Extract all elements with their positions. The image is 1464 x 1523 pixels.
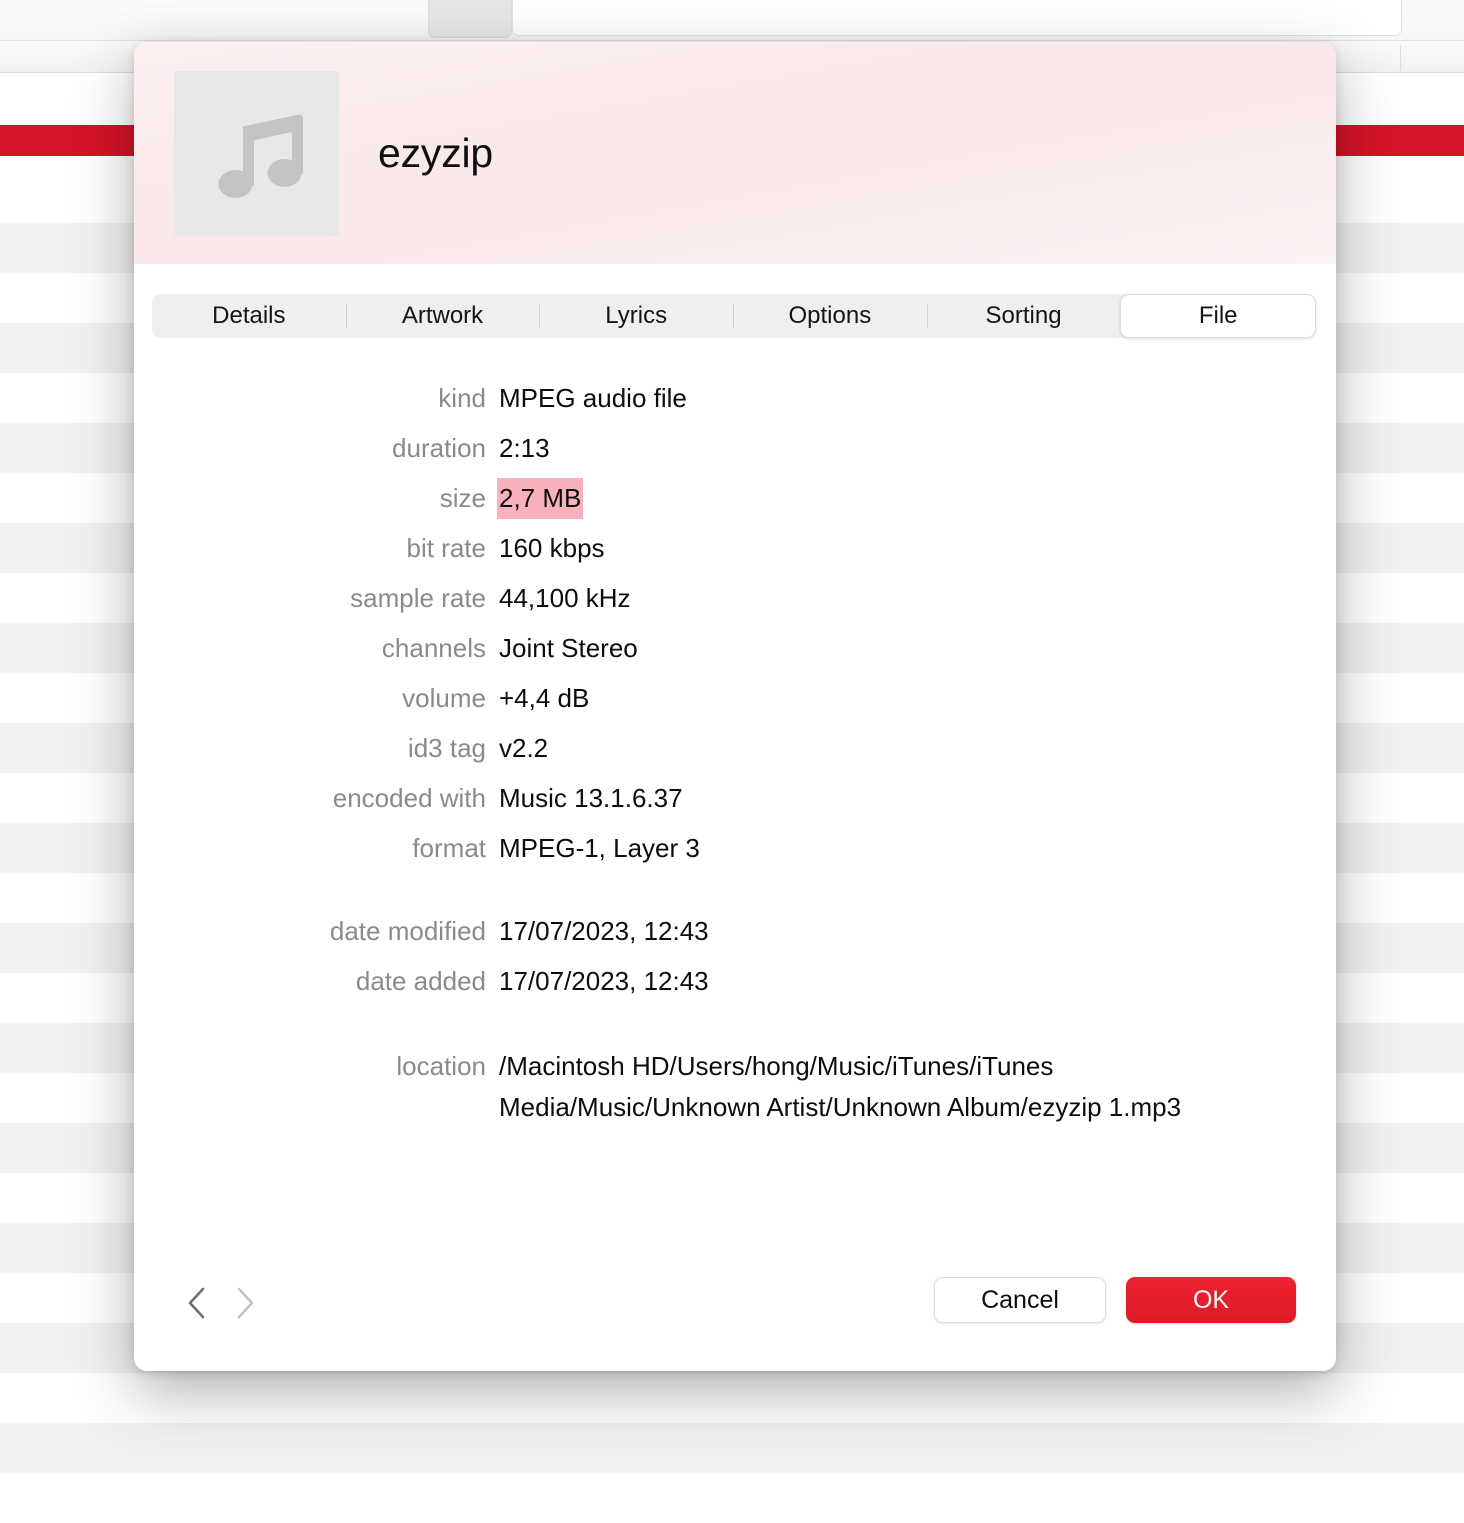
encoded-with-value[interactable]: Music 13.1.6.37 [499,778,683,819]
date-modified-row: date modified17/07/2023, 12:43 [134,911,1336,952]
date-modified-value[interactable]: 17/07/2023, 12:43 [499,911,709,952]
encoded-with-label: encoded with [134,778,499,819]
bit-rate-label: bit rate [134,528,499,569]
format-value[interactable]: MPEG‑1, Layer 3 [499,828,700,869]
sample-rate-value[interactable]: 44,100 kHz [499,578,631,619]
tab-sorting[interactable]: Sorting [927,294,1121,338]
date-added-row: date added17/07/2023, 12:43 [134,961,1336,1002]
cancel-button[interactable]: Cancel [934,1277,1106,1323]
format-row: formatMPEG‑1, Layer 3 [134,828,1336,869]
bit-rate-value[interactable]: 160 kbps [499,528,605,569]
location-value[interactable]: /Macintosh HD/Users/hong/Music/iTunes/iT… [499,1046,1239,1128]
kind-row: kindMPEG audio file [134,378,1336,419]
volume-label: volume [134,678,499,719]
track-row[interactable] [0,1373,1464,1423]
size-value[interactable]: 2,7 MB [497,478,583,519]
section-spacer [134,878,1336,911]
artwork-placeholder[interactable] [174,71,339,236]
date-modified-label: date modified [134,911,499,952]
tab-options[interactable]: Options [733,294,927,338]
tab-lyrics[interactable]: Lyrics [539,294,733,338]
tab-details[interactable]: Details [152,294,346,338]
track-row[interactable] [0,1423,1464,1473]
duration-row: duration2:13 [134,428,1336,469]
duration-value[interactable]: 2:13 [499,428,550,469]
channels-value[interactable]: Joint Stereo [499,628,638,669]
chevron-left-icon[interactable] [184,1283,210,1323]
date-added-label: date added [134,961,499,1002]
track-row[interactable] [0,1473,1464,1523]
channels-label: channels [134,628,499,669]
toolbar-search-field[interactable] [512,0,1402,36]
size-row: size2,7 MB [134,478,1336,519]
track-info-dialog: ezyzip DetailsArtworkLyricsOptionsSortin… [134,42,1336,1371]
track-title: ezyzip [378,130,493,177]
location-row: location/Macintosh HD/Users/hong/Music/i… [134,1046,1336,1128]
duration-label: duration [134,428,499,469]
size-label: size [134,478,499,519]
toolbar-segment-button[interactable] [428,0,512,38]
id3-tag-label: id3 tag [134,728,499,769]
location-label: location [134,1046,499,1087]
music-note-icon [202,98,312,208]
volume-row: volume+4,4 dB [134,678,1336,719]
file-metadata-panel: kindMPEG audio fileduration2:13size2,7 M… [134,378,1336,1137]
record-navigation [184,1283,258,1323]
dialog-action-buttons: Cancel OK [934,1277,1296,1323]
kind-label: kind [134,378,499,419]
format-label: format [134,828,499,869]
volume-value[interactable]: +4,4 dB [499,678,589,719]
kind-value[interactable]: MPEG audio file [499,378,687,419]
encoded-with-row: encoded withMusic 13.1.6.37 [134,778,1336,819]
sample-rate-label: sample rate [134,578,499,619]
dialog-footer: Cancel OK [134,1263,1336,1371]
app-toolbar [0,0,1464,41]
dialog-header: ezyzip [134,42,1336,264]
column-divider[interactable] [1400,45,1401,71]
chevron-right-icon[interactable] [232,1283,258,1323]
id3-tag-row: id3 tagv2.2 [134,728,1336,769]
tab-artwork[interactable]: Artwork [346,294,540,338]
id3-tag-value[interactable]: v2.2 [499,728,548,769]
ok-button[interactable]: OK [1126,1277,1296,1323]
section-spacer [134,1011,1336,1046]
sample-rate-row: sample rate44,100 kHz [134,578,1336,619]
tab-bar: DetailsArtworkLyricsOptionsSortingFile [152,294,1316,338]
date-added-value[interactable]: 17/07/2023, 12:43 [499,961,709,1002]
tab-file[interactable]: File [1120,294,1316,338]
bit-rate-row: bit rate160 kbps [134,528,1336,569]
channels-row: channelsJoint Stereo [134,628,1336,669]
